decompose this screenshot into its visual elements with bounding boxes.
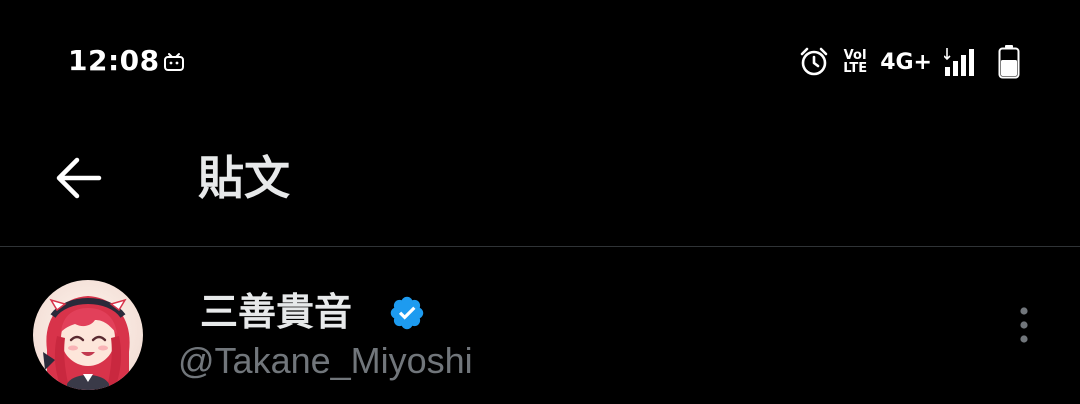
post-author-row: 三善貴音 @Takane_Miyoshi — [0, 247, 1080, 404]
username[interactable]: @Takane_Miyoshi — [178, 339, 473, 383]
status-icons: VoI LTE 4G+ — [798, 44, 1020, 80]
more-options-button[interactable] — [1004, 301, 1044, 349]
more-vertical-icon — [1020, 307, 1028, 343]
verified-badge-icon — [390, 296, 424, 330]
alarm-icon — [800, 47, 828, 76]
volte-bottom-label: LTE — [843, 61, 868, 76]
signal-bars-icon — [944, 48, 974, 76]
volte-icon: VoI LTE — [840, 46, 870, 78]
avatar[interactable] — [33, 280, 143, 390]
battery-icon — [998, 45, 1020, 79]
top-app-bar: 貼文 — [0, 128, 1080, 246]
status-bar: 12:08 VoI LTE 4G+ — [0, 0, 1080, 128]
network-type-label: 4G+ — [880, 49, 932, 75]
back-button[interactable] — [46, 146, 110, 210]
back-arrow-icon — [56, 157, 102, 199]
page-title: 貼文 — [198, 151, 290, 205]
status-time: 12:08 — [68, 44, 160, 77]
bilibili-icon — [164, 53, 184, 71]
display-name[interactable]: 三善貴音 — [200, 287, 352, 337]
display-name-group: 三善貴音 — [200, 287, 426, 337]
avatar-image — [33, 280, 143, 390]
